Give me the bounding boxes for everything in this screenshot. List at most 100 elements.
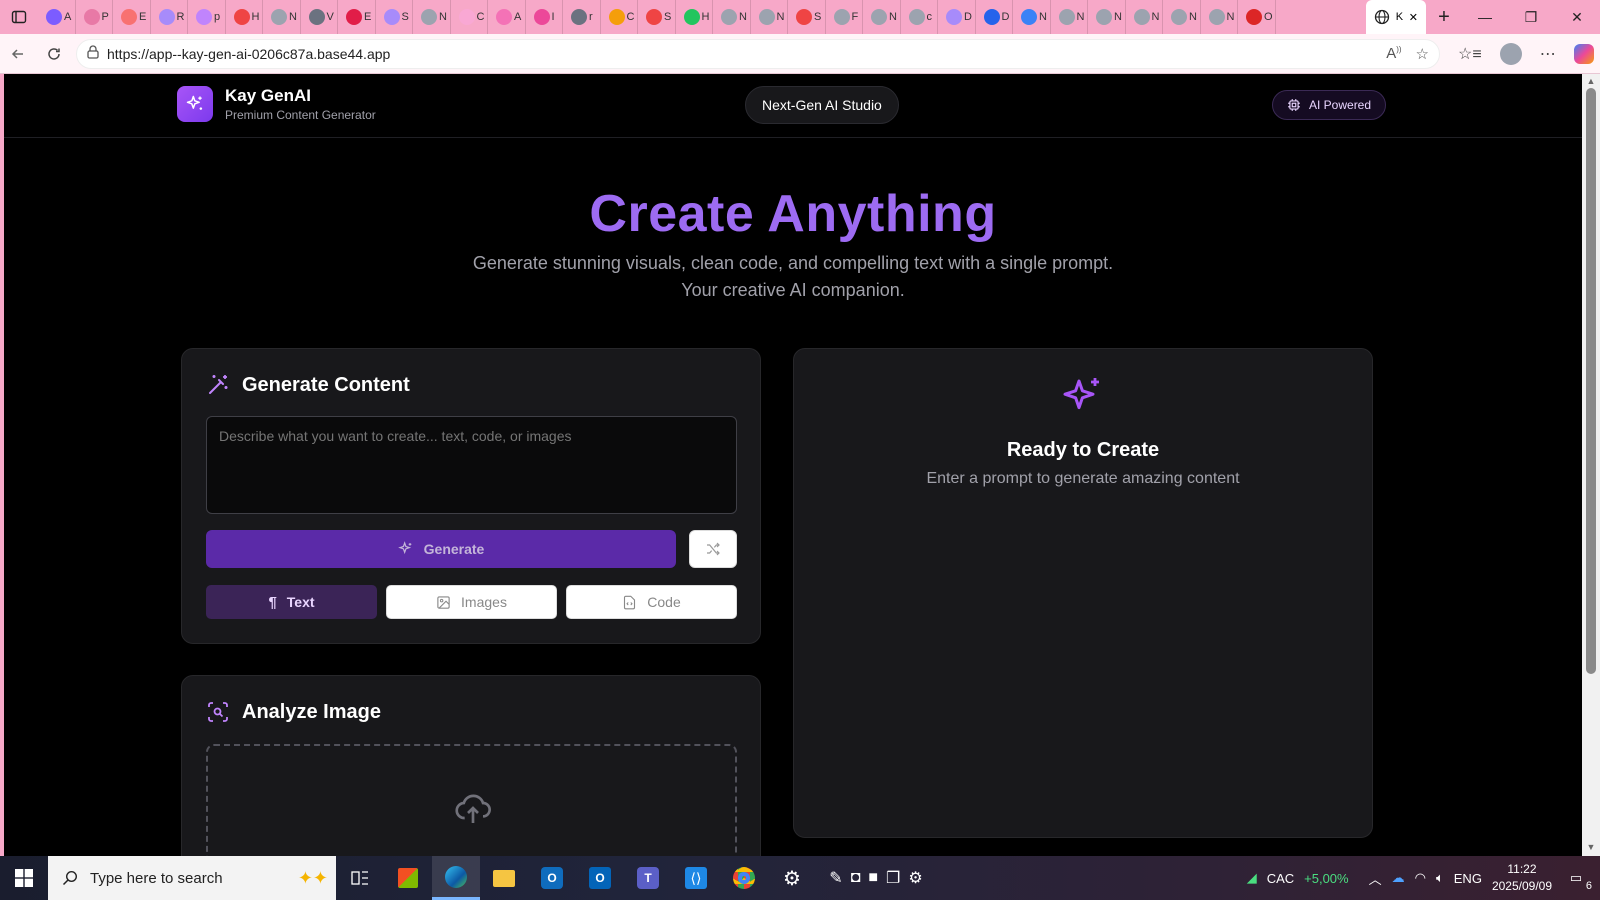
browser-tab[interactable]: A [38, 0, 76, 34]
task-view-button[interactable] [336, 856, 384, 900]
close-window-button[interactable]: ✕ [1554, 0, 1600, 34]
profile-avatar[interactable] [1499, 42, 1522, 65]
scroll-down-arrow[interactable]: ▼ [1586, 842, 1596, 852]
edge-icon [445, 865, 467, 888]
url-bar[interactable]: https://app--kay-gen-ai-0206c87a.base44.… [76, 38, 1440, 69]
browser-tab[interactable]: O [1238, 0, 1276, 34]
browser-tab[interactable]: C [451, 0, 488, 34]
browser-tab[interactable]: H [676, 0, 713, 34]
tab-favicon-icon [1021, 9, 1037, 25]
copilot-icon[interactable] [1573, 43, 1594, 64]
tab-favicon-icon [1208, 9, 1225, 25]
browser-tab[interactable]: N [1088, 0, 1126, 34]
tab-label: c [926, 11, 933, 23]
browser-tab[interactable]: E [113, 0, 151, 34]
wifi-icon[interactable]: ◠ [1415, 870, 1426, 886]
browser-tab[interactable]: D [976, 0, 1013, 34]
browser-tab[interactable]: S [638, 0, 676, 34]
more-options-icon[interactable]: ⋯ [1540, 44, 1556, 64]
new-tab-button[interactable]: + [1426, 0, 1462, 34]
stock-chart-icon: ◢ [1246, 870, 1257, 885]
browser-tab[interactable]: N [1201, 0, 1238, 34]
tab-favicon-icon [1096, 9, 1112, 25]
tab-actions-button[interactable] [0, 0, 38, 34]
type-images-button[interactable]: Images [386, 585, 557, 619]
notification-count: 6 [1585, 880, 1592, 892]
browser-tab[interactable]: R [151, 0, 188, 34]
browser-tab[interactable]: N [263, 0, 301, 34]
prompt-input[interactable] [206, 416, 737, 514]
browser-tab[interactable]: H [226, 0, 263, 34]
browser-tab[interactable]: P [76, 0, 113, 34]
browser-tab[interactable]: E [338, 0, 376, 34]
pinned-tools[interactable]: ✎ ◘ ■ ❐ ⚙ [816, 856, 936, 900]
browser-tab[interactable]: N [1051, 0, 1088, 34]
browser-tab[interactable]: r [563, 0, 601, 34]
taskbar-search[interactable]: Type here to search ✦✦ [48, 856, 336, 900]
outlook-new-app[interactable]: O [528, 856, 576, 900]
favorite-star-icon[interactable]: ☆ [1416, 45, 1429, 63]
favorites-icon[interactable]: ☆≡ [1458, 44, 1482, 64]
tab-label: A [514, 11, 522, 23]
tab-favicon-icon [271, 9, 287, 25]
browser-tab[interactable]: N [751, 0, 788, 34]
analyze-image-heading: Analyze Image [206, 700, 381, 724]
chrome-app[interactable] [720, 856, 768, 900]
store-app[interactable] [384, 856, 432, 900]
brand[interactable]: Kay GenAI Premium Content Generator [177, 86, 376, 122]
hero-subtitle: Generate stunning visuals, clean code, a… [4, 250, 1582, 304]
browser-tab[interactable]: S [788, 0, 826, 34]
volume-icon[interactable]: 🔈︎ [1436, 870, 1444, 886]
file-explorer-app[interactable] [480, 856, 528, 900]
active-tab[interactable]: K ✕ [1366, 0, 1426, 34]
ready-title: Ready to Create [1006, 439, 1160, 461]
browser-tab[interactable]: N [1013, 0, 1051, 34]
start-button[interactable] [0, 856, 48, 900]
stock-name[interactable]: CAC [1267, 871, 1294, 886]
scroll-thumb[interactable] [1586, 88, 1596, 674]
browser-tab[interactable]: V [301, 0, 338, 34]
refresh-button[interactable] [36, 34, 72, 74]
onedrive-icon[interactable]: ☁ [1392, 870, 1405, 886]
type-text-button[interactable]: ¶ Text [206, 585, 377, 619]
browser-tab[interactable]: c [901, 0, 938, 34]
notifications-button[interactable]: ▭ 6 [1562, 870, 1592, 892]
back-button[interactable] [0, 34, 36, 74]
browser-tab[interactable]: A [488, 0, 526, 34]
restore-button[interactable]: ❐ [1508, 0, 1554, 34]
settings-app[interactable]: ⚙ [768, 856, 816, 900]
browser-tab[interactable]: N [1163, 0, 1201, 34]
browser-tab[interactable]: C [601, 0, 638, 34]
hero-subtitle-line-1: Generate stunning visuals, clean code, a… [472, 253, 1114, 273]
outlook-app[interactable]: O [576, 856, 624, 900]
generate-button[interactable]: Generate [206, 530, 676, 568]
browser-tab[interactable]: N [713, 0, 751, 34]
vscode-app[interactable]: ⟨⟩ [672, 856, 720, 900]
cloud-upload-icon [455, 794, 491, 823]
browser-tab[interactable]: p [188, 0, 226, 34]
tab-favicon-icon [571, 9, 587, 25]
tab-favicon-icon [1171, 9, 1187, 25]
clock[interactable]: 11:22 2025/09/09 [1492, 861, 1552, 895]
browser-tab[interactable]: N [1126, 0, 1163, 34]
notification-icon: ▭ [1569, 870, 1583, 885]
image-upload-dropzone[interactable] [206, 744, 737, 856]
browser-tab[interactable]: N [863, 0, 901, 34]
page-scrollbar[interactable]: ▲ ▼ [1582, 74, 1600, 856]
browser-tab[interactable]: N [413, 0, 451, 34]
language-indicator[interactable]: ENG [1454, 871, 1482, 886]
read-aloud-icon[interactable]: A)) [1386, 45, 1401, 63]
browser-tab[interactable]: F [826, 0, 863, 34]
close-tab-icon[interactable]: ✕ [1409, 11, 1418, 24]
browser-tab[interactable]: S [376, 0, 413, 34]
minimize-button[interactable]: — [1462, 0, 1508, 34]
edge-app[interactable] [432, 856, 480, 900]
teams-app[interactable]: T [624, 856, 672, 900]
tab-favicon-icon [158, 9, 175, 25]
browser-tab[interactable]: I [526, 0, 563, 34]
show-hidden-icons-icon[interactable]: ︿ [1369, 869, 1382, 888]
browser-tab[interactable]: D [938, 0, 976, 34]
type-code-button[interactable]: Code [566, 585, 737, 619]
shuffle-button[interactable] [689, 530, 737, 568]
scroll-up-arrow[interactable]: ▲ [1586, 76, 1596, 86]
